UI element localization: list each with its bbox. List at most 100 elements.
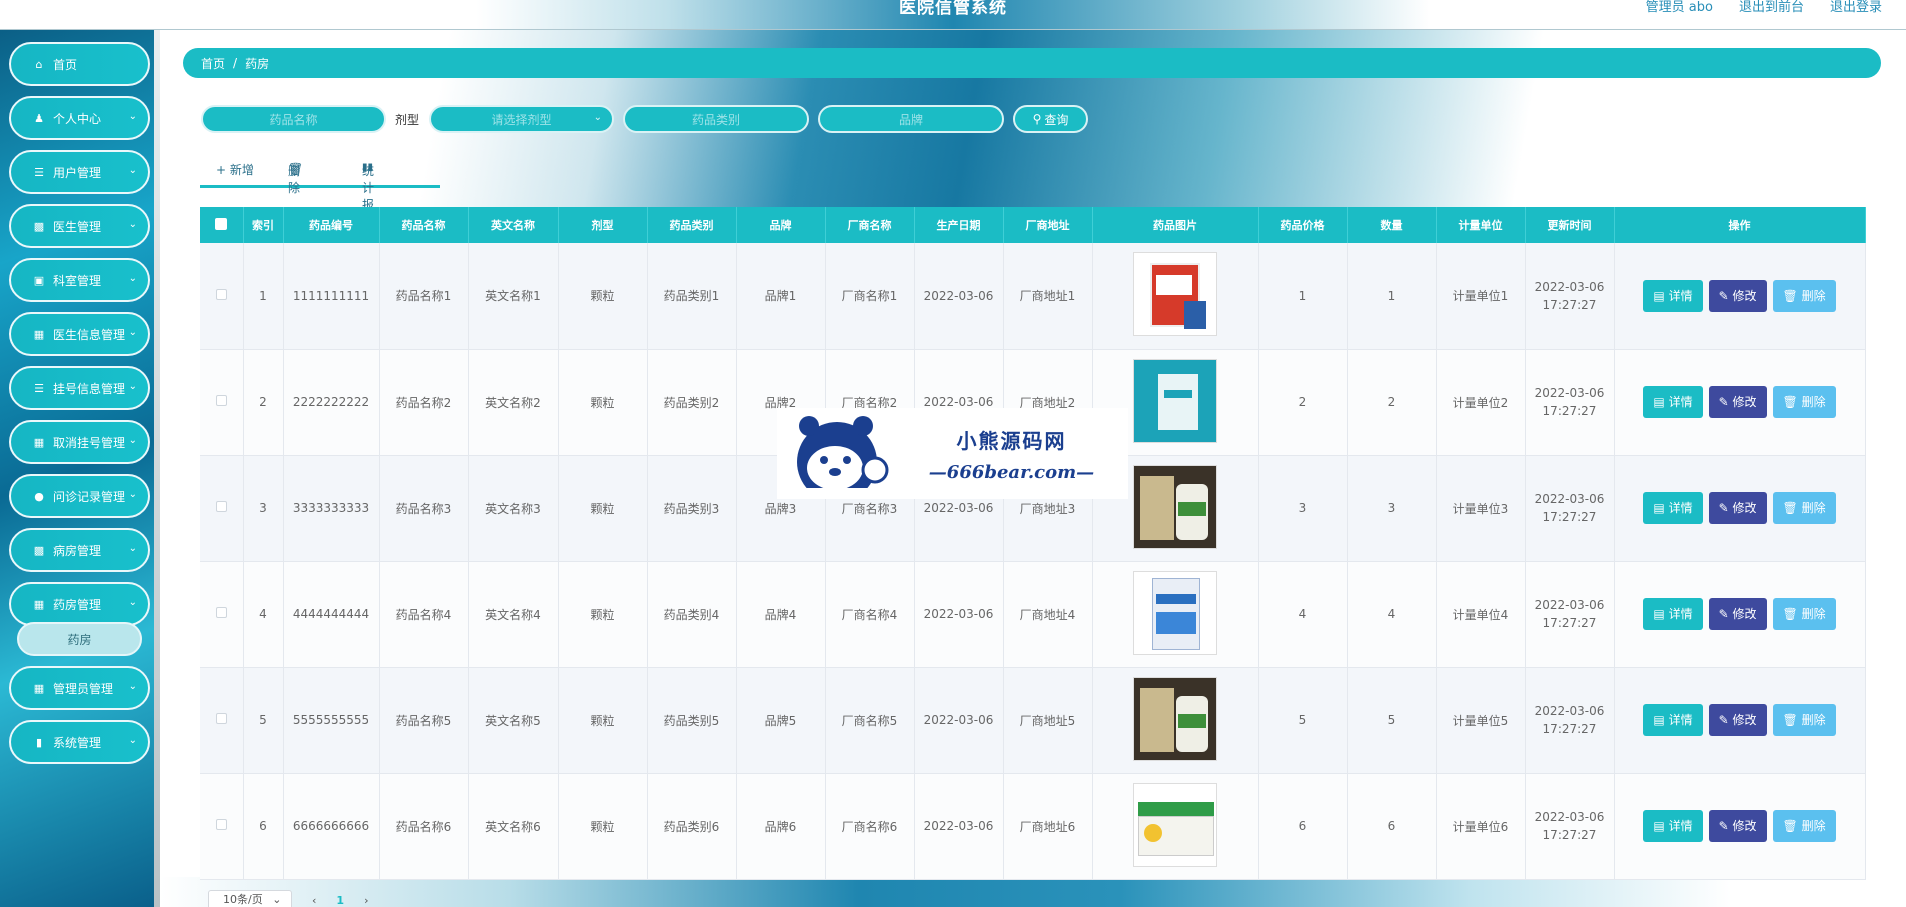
sidebar-item-5[interactable]: ▦ 医生信息管理 ⌄: [9, 312, 150, 356]
drug-category-input[interactable]: 药品类别: [623, 105, 809, 133]
page-size-select[interactable]: 10条/页 ⌄: [208, 890, 292, 907]
cell-drug-code: 5555555555: [283, 667, 380, 774]
delete-button[interactable]: 🗑 删除: [1772, 279, 1836, 312]
drug-image[interactable]: [1133, 782, 1217, 867]
row-checkbox[interactable]: [215, 819, 227, 830]
cell-drug-code: 1111111111: [283, 243, 380, 350]
sidebar-item-7[interactable]: ▦ 取消挂号管理 ⌄: [9, 420, 150, 464]
row-select-cell[interactable]: [200, 561, 244, 668]
cell-production-date: 2022-03-06: [914, 243, 1004, 350]
row-checkbox[interactable]: [215, 501, 227, 512]
cell-drug-name: 药品名称4: [379, 561, 469, 668]
sidebar-item-11[interactable]: ▦ 管理员管理 ⌄: [9, 666, 150, 710]
cell-unit: 计量单位1: [1436, 243, 1526, 350]
drug-image[interactable]: [1133, 676, 1217, 761]
chevron-down-icon: ⌄: [128, 111, 137, 122]
sidebar-scrollbar[interactable]: [154, 30, 160, 907]
cell-index: 1: [243, 243, 284, 350]
bear-logo-icon: [777, 408, 895, 502]
grid-icon: ▦: [33, 597, 45, 611]
exit-to-front-link[interactable]: 退出到前台: [1739, 0, 1804, 15]
sidebar-item-9[interactable]: ▩ 病房管理 ⌄: [9, 528, 150, 572]
row-checkbox[interactable]: [215, 395, 227, 406]
detail-button[interactable]: ▤ 详情: [1643, 810, 1703, 842]
delete-button[interactable]: 🗑 删除: [1772, 704, 1836, 736]
edit-button[interactable]: ✎ 修改: [1708, 598, 1767, 630]
detail-button[interactable]: ▤ 详情: [1643, 704, 1703, 736]
breadcrumb-home[interactable]: 首页: [201, 55, 225, 72]
edit-button[interactable]: ✎ 修改: [1708, 810, 1767, 842]
sidebar-item-6[interactable]: ☰ 挂号信息管理 ⌄: [9, 366, 150, 410]
detail-label: 详情: [1668, 713, 1693, 727]
sidebar-item-8[interactable]: ● 问诊记录管理 ⌄: [9, 474, 150, 518]
sidebar-item-12[interactable]: ▮ 系统管理 ⌄: [9, 720, 150, 764]
sidebar-item-label: 病房管理: [53, 543, 102, 558]
next-page-button[interactable]: ›: [364, 894, 368, 907]
drug-name-input[interactable]: 药品名称: [201, 105, 386, 133]
delete-button[interactable]: 🗑 删除: [1772, 810, 1836, 842]
edit-button[interactable]: ✎ 修改: [1708, 279, 1767, 312]
sidebar-item-2[interactable]: ☰ 用户管理 ⌄: [9, 150, 150, 194]
chevron-down-icon: ⌄: [128, 273, 137, 284]
logout-link[interactable]: 退出登录: [1830, 0, 1882, 15]
header-drug-name: 药品名称: [379, 207, 469, 243]
row-select-cell[interactable]: [200, 667, 244, 774]
row-select-cell[interactable]: [200, 349, 244, 456]
edit-button[interactable]: ✎ 修改: [1708, 386, 1767, 418]
row-checkbox[interactable]: [215, 288, 227, 300]
drug-image[interactable]: [1133, 570, 1217, 655]
brand-input[interactable]: 品牌: [818, 105, 1004, 133]
detail-button[interactable]: ▤ 详情: [1643, 386, 1703, 418]
cell-unit: 计量单位6: [1436, 773, 1526, 880]
delete-button[interactable]: 🗑 删除: [1772, 492, 1836, 524]
delete-button[interactable]: 🗑 删除: [1772, 598, 1836, 630]
sidebar-item-10[interactable]: ▦ 药房管理 ⌄: [9, 582, 150, 626]
submenu-item-pharmacy[interactable]: 药房: [17, 622, 142, 656]
dosage-form-select[interactable]: 请选择剂型 ⌄: [429, 105, 614, 133]
cell-index: 2: [243, 349, 284, 456]
update-date: 2022-03-06: [1534, 492, 1605, 506]
select-all-checkbox[interactable]: [215, 217, 228, 230]
row-checkbox[interactable]: [215, 713, 227, 724]
sidebar-item-3[interactable]: ▩ 医生管理 ⌄: [9, 204, 150, 248]
sidebar-item-1[interactable]: ♟ 个人中心 ⌄: [9, 96, 150, 140]
sidebar-item-label: 首页: [53, 57, 78, 72]
edit-label: 修改: [1732, 819, 1757, 833]
query-button[interactable]: ⚲ 查询: [1013, 105, 1088, 133]
update-date: 2022-03-06: [1534, 704, 1605, 718]
header-maker-name: 厂商名称: [825, 207, 915, 243]
row-select-cell[interactable]: [200, 243, 244, 350]
cell-update-time: 2022-03-06 17:27:27: [1525, 561, 1615, 668]
detail-button[interactable]: ▤ 详情: [1643, 279, 1703, 312]
row-select-cell[interactable]: [200, 455, 244, 562]
row-select-cell[interactable]: [200, 773, 244, 880]
select-all-header[interactable]: [200, 207, 244, 243]
trash-icon: 🗑: [1782, 288, 1798, 303]
prev-page-button[interactable]: ‹: [312, 894, 316, 907]
page-number[interactable]: 1: [336, 894, 344, 907]
document-icon: ▤: [1653, 395, 1665, 409]
cell-update-time: 2022-03-06 17:27:27: [1525, 773, 1615, 880]
document-icon: ▤: [1653, 819, 1665, 833]
row-checkbox[interactable]: [215, 607, 227, 618]
chevron-down-icon: ⌄: [128, 435, 137, 446]
cell-drug-code: 2222222222: [283, 349, 380, 456]
drug-image[interactable]: [1133, 358, 1217, 443]
sliders-icon: ☰: [34, 165, 44, 179]
drug-image[interactable]: [1133, 464, 1217, 549]
sidebar-item-4[interactable]: ▣ 科室管理 ⌄: [9, 258, 150, 302]
admin-user-label[interactable]: 管理员 abo: [1646, 0, 1713, 15]
delete-button[interactable]: 🗑 删除: [1772, 386, 1836, 418]
detail-button[interactable]: ▤ 详情: [1643, 492, 1703, 524]
edit-label: 修改: [1732, 288, 1757, 303]
chevron-down-icon: ⌄: [128, 681, 137, 692]
edit-button[interactable]: ✎ 修改: [1708, 704, 1767, 736]
add-button[interactable]: + 新增: [216, 161, 254, 178]
edit-button[interactable]: ✎ 修改: [1708, 492, 1767, 524]
trash-icon: 🗑: [1782, 713, 1798, 727]
sidebar-item-0[interactable]: ⌂ 首页: [9, 42, 150, 86]
chevron-down-icon: ⌄: [128, 327, 137, 338]
detail-button[interactable]: ▤ 详情: [1643, 598, 1703, 630]
drug-image[interactable]: [1133, 252, 1217, 337]
cell-maker-name: 厂商名称1: [825, 243, 915, 350]
